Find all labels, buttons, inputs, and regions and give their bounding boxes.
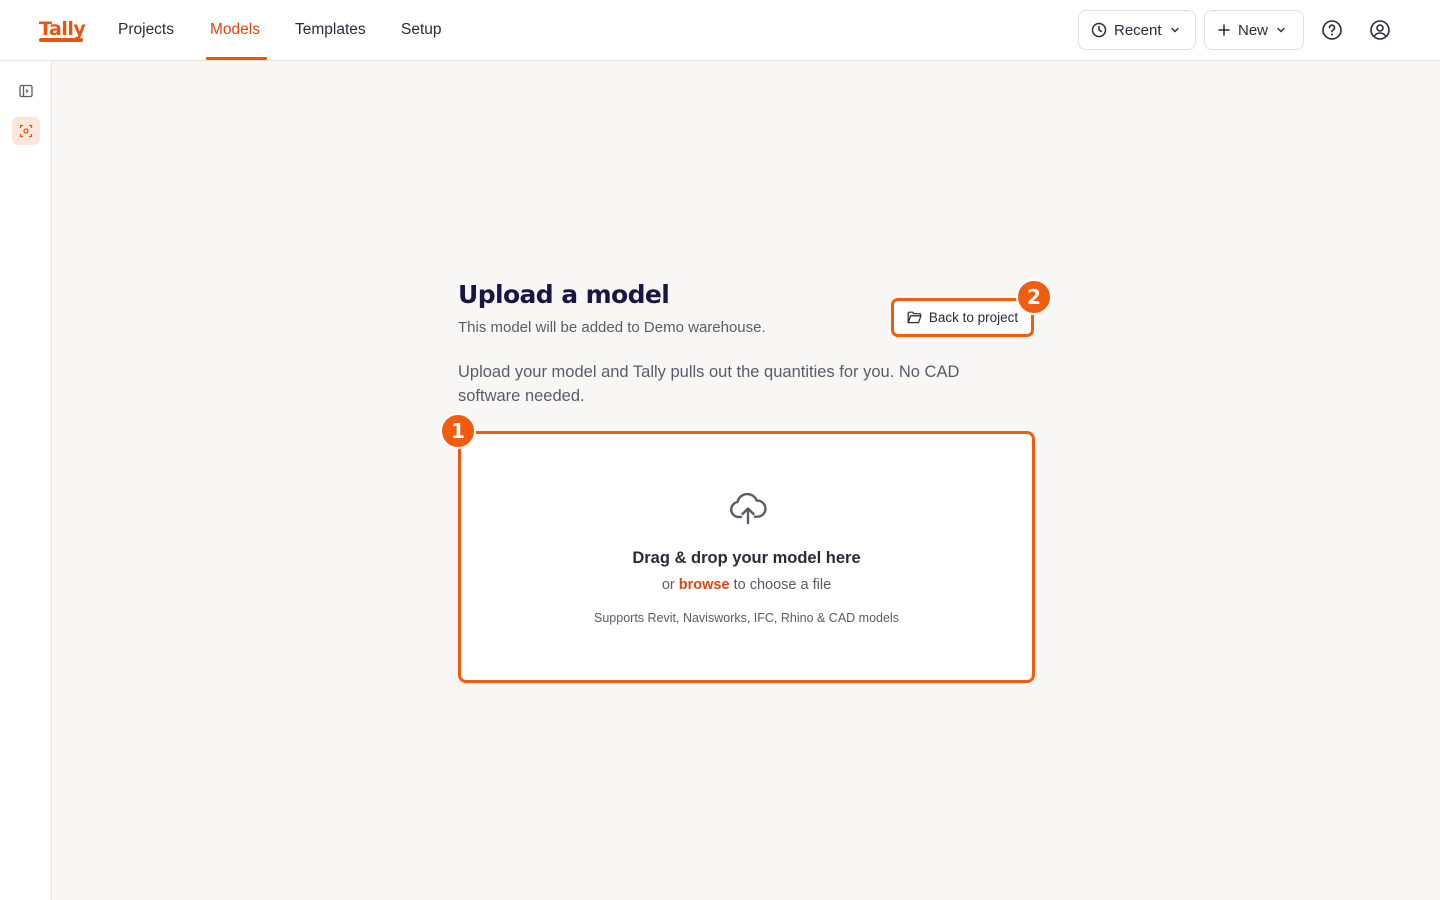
user-circle-icon — [1370, 20, 1390, 40]
cloud-upload-icon — [730, 492, 767, 525]
supported-formats-note: Supports Revit, Navisworks, IFC, Rhino &… — [594, 611, 899, 625]
help-button[interactable] — [1320, 18, 1344, 42]
logo-underline — [39, 38, 83, 42]
scan-models-button[interactable] — [12, 117, 40, 145]
annotation-badge-2: 2 — [1016, 279, 1052, 315]
nav-models[interactable]: Models — [210, 20, 260, 40]
clock-icon — [1091, 22, 1107, 38]
help-icon — [1322, 20, 1342, 40]
nav-projects[interactable]: Projects — [118, 20, 174, 40]
recent-label: Recent — [1114, 21, 1162, 39]
recent-button[interactable]: Recent — [1078, 10, 1196, 50]
nav-active-indicator — [206, 57, 267, 60]
nav-setup[interactable]: Setup — [401, 20, 442, 40]
page-subtitle: This model will be added to Demo warehou… — [458, 319, 766, 336]
plus-icon — [1218, 24, 1230, 36]
folder-icon — [907, 311, 922, 324]
new-button[interactable]: New — [1204, 10, 1304, 50]
dropzone-title: Drag & drop your model here — [632, 549, 861, 567]
page-description: Upload your model and Tally pulls out th… — [458, 363, 960, 405]
toggle-sidebar-button[interactable] — [12, 77, 40, 105]
scan-icon — [19, 124, 33, 138]
chevron-down-icon — [1277, 27, 1285, 33]
dropzone-subtitle: or browse to choose a file — [461, 577, 1032, 593]
nav-templates[interactable]: Templates — [295, 20, 366, 40]
left-sidebar-rail — [0, 61, 52, 900]
new-label: New — [1238, 21, 1269, 39]
model-dropzone[interactable]: Drag & drop your model here or browse to… — [458, 431, 1035, 683]
browse-link[interactable]: browse — [679, 577, 730, 593]
back-to-project-label: Back to project — [928, 310, 1019, 325]
account-button[interactable] — [1368, 18, 1392, 42]
chevron-down-icon — [1170, 27, 1179, 33]
back-to-project-button[interactable]: Back to project — [891, 298, 1034, 337]
page-title: Upload a model — [458, 280, 670, 309]
tally-logo[interactable]: Tally — [39, 18, 86, 40]
dropzone-or-text: or — [661, 577, 675, 593]
top-navigation-bar: Tally Projects Models Templates Setup Re… — [0, 0, 1440, 61]
sidebar-toggle-icon — [19, 84, 33, 98]
dropzone-choose-text: to choose a file — [733, 577, 832, 593]
annotation-badge-1: 1 — [440, 413, 476, 449]
